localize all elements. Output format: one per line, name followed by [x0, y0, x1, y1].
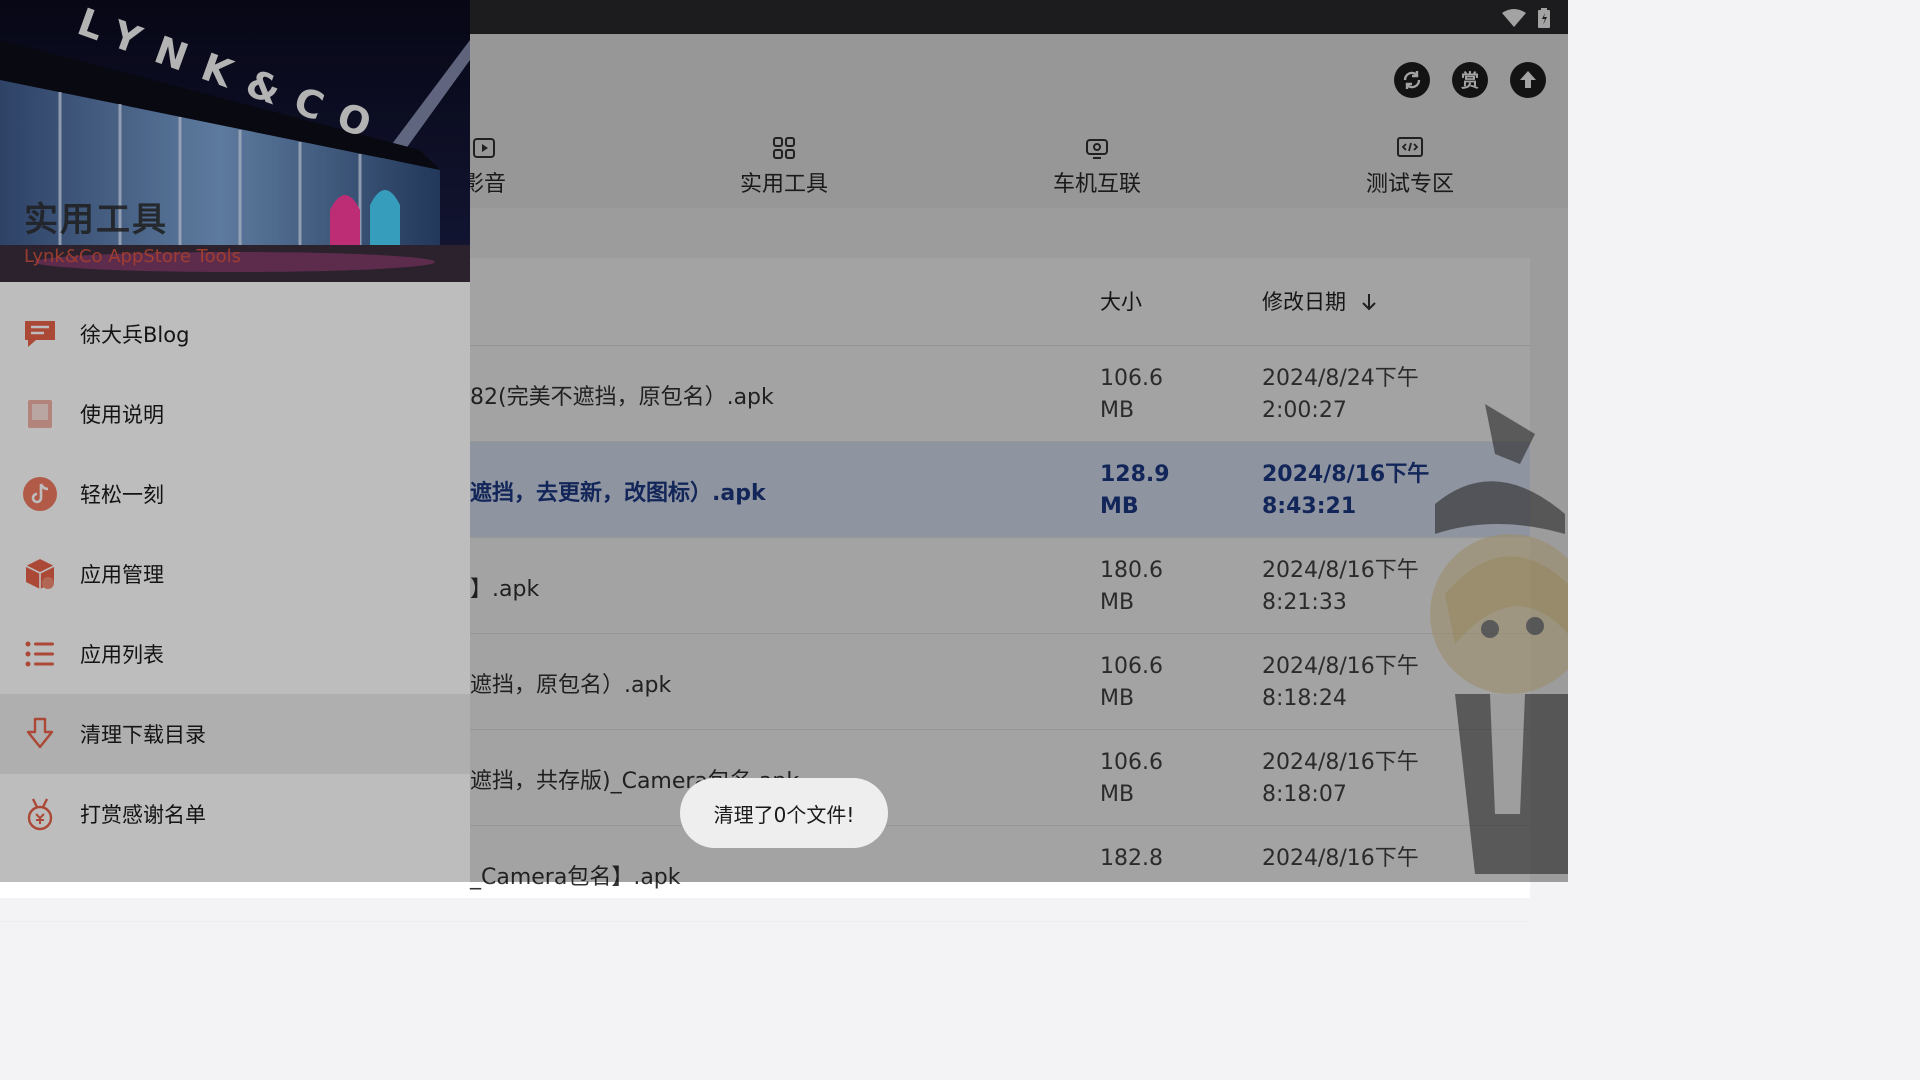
- menu-item-thanks-list[interactable]: 打赏感谢名单: [0, 774, 470, 854]
- menu-item-label: 应用列表: [80, 643, 164, 667]
- menu-item-app-list[interactable]: 应用列表: [0, 614, 470, 694]
- download-icon: [26, 717, 54, 749]
- menu-item-relax[interactable]: 轻松一刻: [0, 454, 470, 534]
- menu-item-label: 徐大兵Blog: [80, 323, 190, 347]
- drawer-header-banner: LYNK&CO 实用工具 Lynk&Co AppStore Tools: [0, 0, 470, 282]
- menu-item-instructions[interactable]: 使用说明: [0, 374, 470, 454]
- drawer-subtitle: Lynk&Co AppStore Tools: [24, 246, 242, 267]
- menu-item-clear-downloads[interactable]: 清理下载目录: [0, 694, 470, 774]
- book-icon: [28, 400, 52, 428]
- chat-icon: [25, 321, 55, 347]
- drawer-title: 实用工具: [24, 200, 168, 240]
- tiktok-icon: [23, 477, 57, 511]
- menu-item-blog[interactable]: 徐大兵Blog: [0, 294, 470, 374]
- drawer-menu: 徐大兵Blog 使用说明 轻松一刻 应用管理 应用列表 清理下载目录 打赏感谢名…: [0, 294, 470, 854]
- package-icon: [25, 559, 55, 589]
- list-icon: [25, 641, 54, 667]
- menu-item-label: 使用说明: [80, 403, 164, 427]
- medal-icon: [27, 798, 53, 831]
- menu-item-label: 清理下载目录: [80, 723, 206, 747]
- menu-item-label: 轻松一刻: [80, 483, 164, 507]
- menu-item-label: 应用管理: [80, 563, 164, 587]
- menu-item-label: 打赏感谢名单: [80, 803, 206, 827]
- navigation-drawer: LYNK&CO 实用工具 Lynk&Co AppStore Tools 徐大兵B…: [0, 0, 470, 882]
- menu-item-app-management[interactable]: 应用管理: [0, 534, 470, 614]
- toast-message: 清理了0个文件!: [680, 778, 888, 848]
